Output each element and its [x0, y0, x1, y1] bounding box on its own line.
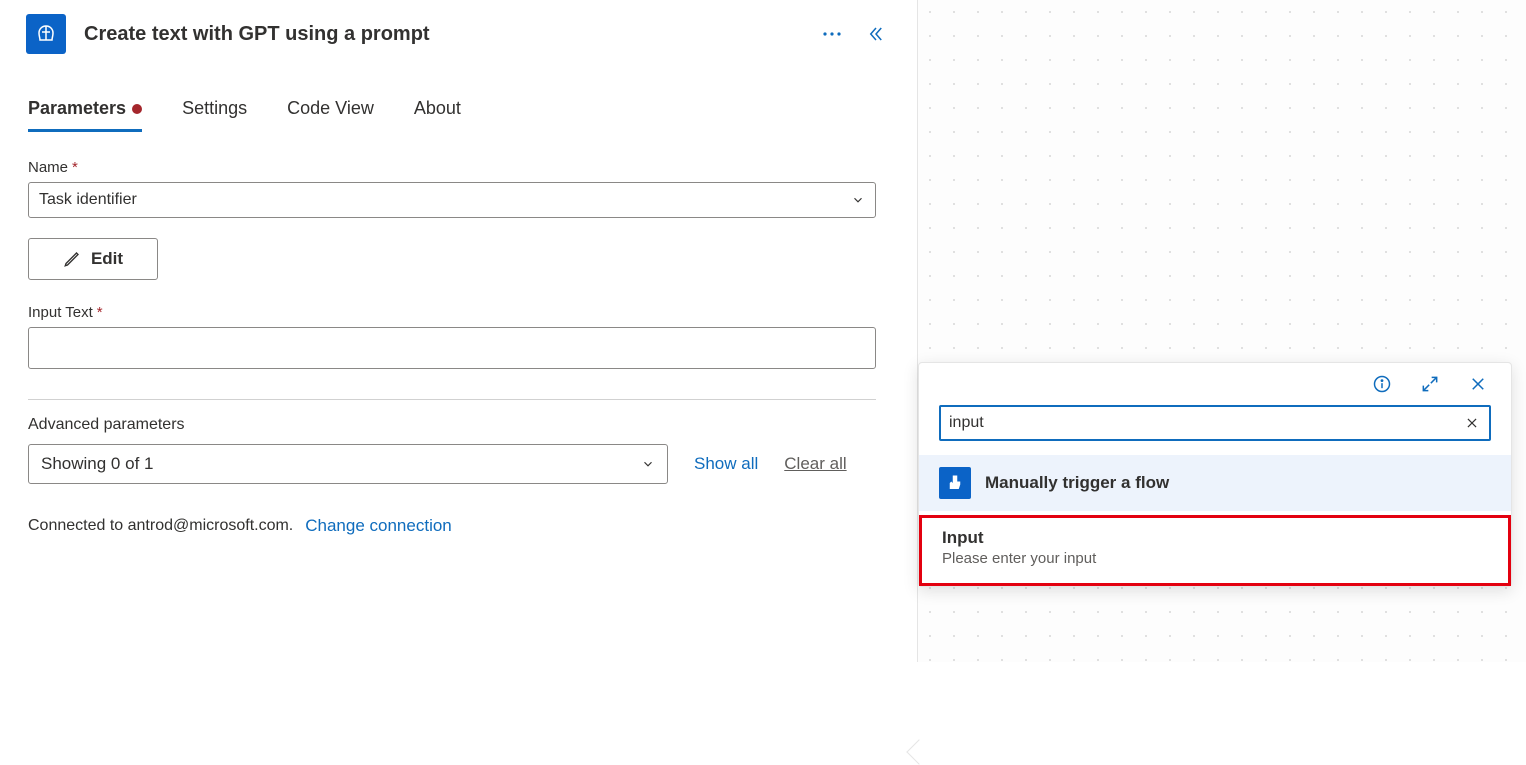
advanced-row: Showing 0 of 1 Show all Clear all [28, 444, 876, 484]
more-options-button[interactable] [815, 17, 849, 51]
tab-label: Code View [287, 98, 374, 119]
clear-search-icon[interactable] [1463, 414, 1481, 432]
name-select-value: Task identifier [39, 191, 137, 209]
required-asterisk: * [72, 159, 78, 176]
popup-search-box[interactable] [939, 405, 1491, 441]
required-asterisk: * [97, 304, 103, 321]
gpt-action-icon [26, 14, 66, 54]
popup-toolbar [919, 363, 1511, 399]
show-all-link[interactable]: Show all [694, 454, 758, 474]
change-connection-link[interactable]: Change connection [305, 516, 452, 536]
edit-button-label: Edit [91, 249, 123, 269]
name-label-text: Name [28, 159, 68, 176]
name-select[interactable]: Task identifier [28, 182, 876, 218]
trigger-section-row[interactable]: Manually trigger a flow [919, 455, 1511, 511]
error-dot-icon [132, 104, 142, 114]
tab-code-view[interactable]: Code View [287, 98, 374, 131]
tab-label: Parameters [28, 98, 126, 119]
panel-header: Create text with GPT using a prompt [0, 14, 917, 54]
tab-parameters[interactable]: Parameters [28, 98, 142, 131]
clear-all-link[interactable]: Clear all [784, 454, 846, 474]
input-text-label: Input Text* [28, 304, 889, 321]
edit-button[interactable]: Edit [28, 238, 158, 280]
advanced-select[interactable]: Showing 0 of 1 [28, 444, 668, 484]
chevron-down-icon [641, 457, 655, 471]
designer-canvas[interactable]: Manually trigger a flow Input Please ent… [918, 0, 1526, 662]
tab-strip: Parameters Settings Code View About [0, 98, 917, 131]
connection-row: Connected to antrod@microsoft.com. Chang… [28, 516, 889, 536]
dynamic-content-popup: Manually trigger a flow Input Please ent… [918, 362, 1512, 587]
popup-pointer [906, 739, 931, 764]
expand-icon[interactable] [1419, 373, 1441, 395]
trigger-section-title: Manually trigger a flow [985, 473, 1169, 493]
form-body: Name* Task identifier Edit Input Text* A… [0, 131, 917, 536]
chevron-down-icon [851, 193, 865, 207]
dynamic-content-result[interactable]: Input Please enter your input [919, 515, 1511, 586]
result-title: Input [942, 528, 1488, 548]
pencil-icon [63, 250, 81, 268]
close-icon[interactable] [1467, 373, 1489, 395]
result-desc: Please enter your input [942, 550, 1488, 567]
config-panel: Create text with GPT using a prompt Para… [0, 0, 918, 662]
input-text-label-text: Input Text [28, 304, 93, 321]
advanced-section: Advanced parameters Showing 0 of 1 Show … [28, 416, 876, 484]
manual-trigger-icon [939, 467, 971, 499]
connection-text: Connected to antrod@microsoft.com. [28, 517, 293, 535]
popup-search-input[interactable] [949, 414, 1463, 432]
info-icon[interactable] [1371, 373, 1393, 395]
name-label: Name* [28, 159, 889, 176]
advanced-select-value: Showing 0 of 1 [41, 454, 153, 474]
popup-search-wrap [919, 399, 1511, 455]
tab-about[interactable]: About [414, 98, 461, 131]
divider [28, 399, 876, 400]
tab-label: About [414, 98, 461, 119]
tab-label: Settings [182, 98, 247, 119]
collapse-panel-button[interactable] [859, 17, 893, 51]
tab-settings[interactable]: Settings [182, 98, 247, 131]
input-text-field[interactable] [28, 327, 876, 369]
advanced-heading: Advanced parameters [28, 416, 876, 434]
panel-title: Create text with GPT using a prompt [84, 23, 815, 46]
